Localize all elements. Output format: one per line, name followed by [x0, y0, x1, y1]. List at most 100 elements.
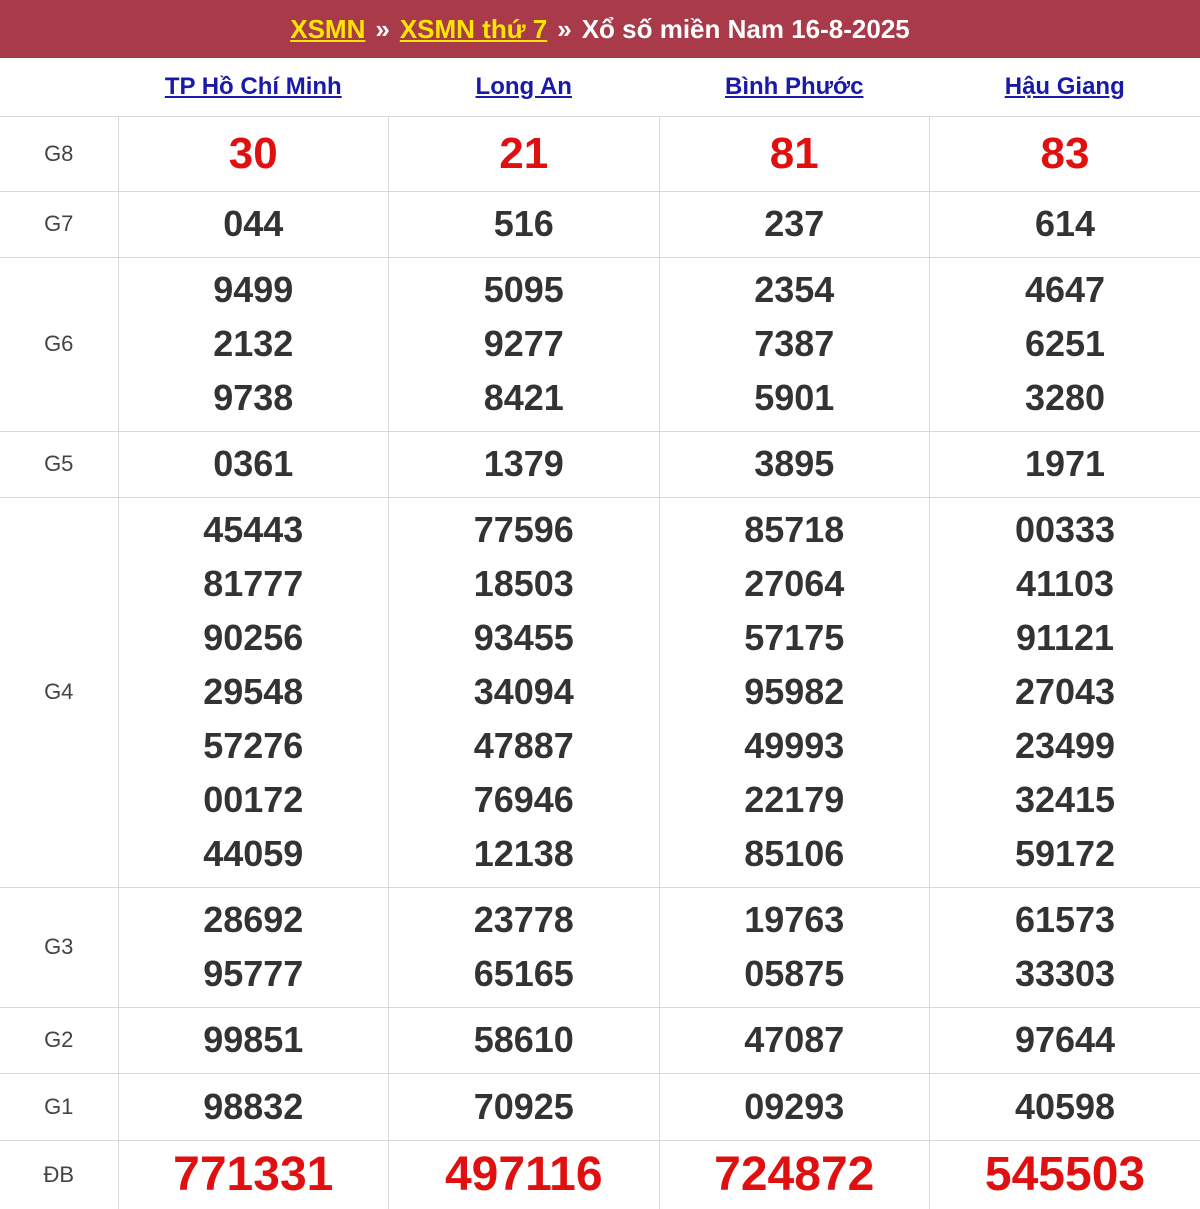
special-prize-number: 545503 — [984, 1148, 1146, 1202]
prize-number: 1971 — [1024, 443, 1106, 484]
prize-label: G7 — [0, 190, 118, 257]
prize-label: G2 — [0, 1006, 118, 1073]
prize-number: 57175 — [744, 617, 845, 658]
special-prize-number: 497116 — [444, 1148, 603, 1202]
prize-number: 32415 — [1014, 779, 1116, 820]
prize-number: 3895 — [754, 443, 835, 484]
page-header: XSMN » XSMN thứ 7 » Xổ số miền Nam 16-8-… — [0, 0, 1200, 58]
prize-row: ĐB 771331 497116 724872 545503 — [0, 1139, 1200, 1209]
xsmn-thu7-link[interactable]: XSMN thứ 7 — [400, 14, 547, 45]
prize-cell: 497116 — [388, 1139, 659, 1209]
prize-number: 7387 — [754, 323, 835, 364]
prize-number: 49993 — [744, 725, 845, 766]
prize-number: 95982 — [744, 671, 845, 712]
prize-number: 2354 — [754, 269, 835, 310]
prize-cell: 61573 33303 — [929, 886, 1200, 1007]
prize-number: 34094 — [473, 671, 574, 712]
prize-number: 237 — [764, 203, 825, 244]
prize-number: 70925 — [473, 1085, 574, 1127]
prize-number: 85106 — [744, 833, 845, 874]
prize-number: 27064 — [744, 563, 845, 604]
prize-row: G2 99851 58610 47087 97644 — [0, 1006, 1200, 1073]
prize-number: 8421 — [483, 377, 564, 418]
prize-number: 23499 — [1014, 725, 1116, 766]
prize-cell: 58610 — [388, 1006, 659, 1073]
prize-number: 00172 — [203, 779, 304, 820]
prize-number: 5901 — [754, 377, 835, 418]
prize-cell: 614 — [929, 190, 1200, 257]
prize-label: ĐB — [0, 1139, 118, 1209]
prize-cell: 70925 — [388, 1072, 659, 1140]
prize-label: G3 — [0, 886, 118, 1007]
prize-cell: 85718 27064 57175 95982 49993 22179 85106 — [658, 496, 930, 887]
province-link-hcm[interactable]: TP Hồ Chí Minh — [165, 73, 342, 100]
prize-cell: 724872 — [658, 1139, 930, 1209]
prize-number: 1379 — [483, 443, 564, 484]
prize-number: 05875 — [744, 953, 845, 994]
prize-cell: 4647 6251 3280 — [929, 256, 1200, 431]
province-link-hau-giang[interactable]: Hậu Giang — [1005, 73, 1125, 100]
prize-number: 91121 — [1015, 617, 1115, 658]
prize-number: 22179 — [744, 779, 845, 820]
prize-cell: 45443 81777 90256 29548 57276 00172 44059 — [117, 496, 389, 887]
prize-cell: 771331 — [117, 1139, 389, 1209]
province-link-binh-phuoc[interactable]: Bình Phước — [725, 73, 863, 100]
prize-cell: 00333 41103 91121 27043 23499 32415 59172 — [929, 496, 1200, 887]
prize-number: 614 — [1034, 203, 1096, 244]
prize-number: 516 — [493, 203, 554, 244]
prize-cell: 1379 — [388, 430, 659, 497]
prize-cell: 97644 — [929, 1006, 1200, 1073]
prize-number: 58610 — [473, 1019, 574, 1060]
prize-label: G8 — [0, 115, 118, 191]
prize-number: 0361 — [213, 443, 294, 484]
prize-number: 21 — [499, 128, 549, 178]
prize-cell: 516 — [388, 190, 659, 257]
prize-cell: 5095 9277 8421 — [388, 256, 659, 431]
prize-cell: 99851 — [117, 1006, 389, 1073]
province-header-row: TP Hồ Chí Minh Long An Bình Phước Hậu Gi… — [0, 58, 1200, 117]
province-header: Long An — [388, 58, 659, 117]
prize-number: 44059 — [203, 833, 304, 874]
prize-number: 33303 — [1014, 953, 1116, 994]
prize-number: 65165 — [473, 953, 574, 994]
prize-row: G3 28692 95777 23778 65165 19763 05875 61573 333… — [0, 886, 1200, 1007]
prize-row: G5 0361 1379 3895 1971 — [0, 430, 1200, 497]
prize-cell: 98832 — [117, 1072, 389, 1140]
prize-number: 76946 — [473, 779, 574, 820]
prize-number: 09293 — [744, 1085, 845, 1127]
prize-cell: 2354 7387 5901 — [658, 256, 930, 431]
prize-label-header — [0, 58, 118, 117]
prize-cell: 77596 18503 93455 34094 47887 76946 12138 — [388, 496, 659, 887]
prize-cell: 19763 05875 — [658, 886, 930, 1007]
prize-number: 90256 — [203, 617, 304, 658]
prize-cell: 30 — [117, 115, 389, 191]
prize-row: G7 044 516 237 614 — [0, 190, 1200, 257]
province-header: Bình Phước — [659, 58, 930, 117]
prize-number: 00333 — [1014, 509, 1116, 550]
prize-label: G4 — [0, 496, 118, 887]
prize-number: 99851 — [203, 1019, 304, 1060]
breadcrumb-separator: » — [557, 13, 572, 44]
province-header: Hậu Giang — [929, 58, 1200, 117]
prize-number: 9738 — [213, 377, 294, 418]
special-prize-number: 771331 — [173, 1148, 334, 1202]
prize-cell: 40598 — [929, 1072, 1200, 1140]
prize-number: 97644 — [1014, 1019, 1116, 1060]
province-link-long-an[interactable]: Long An — [476, 73, 572, 100]
prize-cell: 237 — [658, 190, 930, 257]
breadcrumb-separator: » — [375, 13, 390, 44]
prize-number: 95777 — [203, 953, 304, 994]
special-prize-number: 724872 — [714, 1148, 875, 1202]
xsmn-link[interactable]: XSMN — [290, 14, 365, 45]
prize-number: 30 — [228, 128, 278, 178]
province-header: TP Hồ Chí Minh — [118, 58, 389, 117]
prize-row: G1 98832 70925 09293 40598 — [0, 1072, 1200, 1140]
prize-number: 6251 — [1024, 323, 1106, 364]
prize-cell: 23778 65165 — [388, 886, 659, 1007]
prize-label: G5 — [0, 430, 118, 497]
prize-row: G6 9499 2132 9738 5095 9277 8421 2354 7387 5901 46… — [0, 256, 1200, 431]
results-table: TP Hồ Chí Minh Long An Bình Phước Hậu Gi… — [0, 58, 1200, 1209]
prize-number: 9277 — [483, 323, 564, 364]
prize-number: 98832 — [203, 1085, 304, 1127]
prize-number: 4647 — [1024, 269, 1106, 310]
